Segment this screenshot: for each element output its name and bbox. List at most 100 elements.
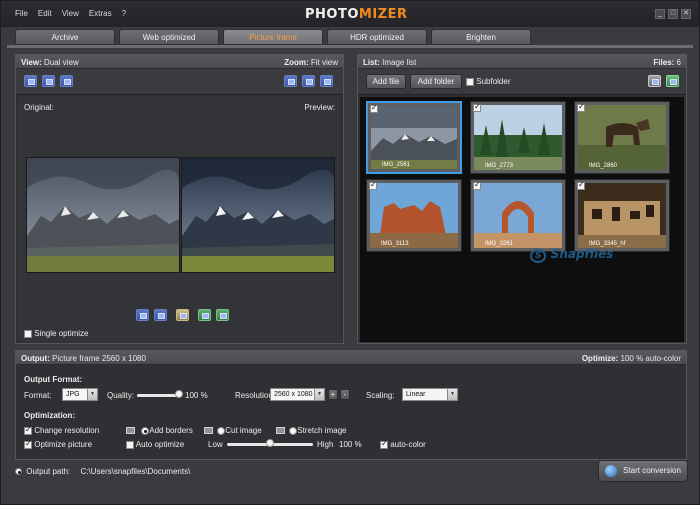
quality-label: Quality: (107, 391, 135, 400)
single-optimize-label: Single optimize (34, 329, 89, 338)
stretch-image-label: Stretch image (297, 426, 347, 435)
menu-view[interactable]: View (62, 9, 79, 18)
tab-archive[interactable]: Archive (15, 29, 115, 45)
optimization-level-value: 100 % (339, 440, 362, 449)
output-path-value[interactable]: C:\Users\snapfiles\Documents\ (81, 467, 191, 476)
thumbnail-item[interactable]: IMG_3261 (470, 179, 566, 252)
auto-color-checkbox[interactable] (380, 439, 388, 449)
auto-optimize-option[interactable]: Auto optimize (126, 440, 184, 449)
start-conversion-icon (605, 464, 618, 477)
auto-color-option[interactable]: auto-color (380, 439, 426, 449)
list-view-icon[interactable] (648, 75, 661, 87)
change-resolution-option[interactable]: Change resolution (24, 425, 99, 435)
thumbnail-checkbox[interactable] (473, 102, 481, 112)
output-value: Picture frame 2560 x 1080 (52, 354, 146, 363)
original-image[interactable] (26, 157, 180, 273)
previous-image-icon[interactable] (198, 309, 211, 321)
scaling-label: Scaling: (366, 391, 395, 400)
menu-file[interactable]: File (15, 9, 28, 18)
thumbnail-name: IMG_3261 (485, 241, 514, 247)
auto-optimize-checkbox[interactable] (126, 440, 134, 449)
preview-image[interactable] (181, 157, 335, 273)
scaling-select[interactable]: Linear ▼ (402, 388, 458, 401)
single-optimize-option[interactable]: Single optimize (24, 329, 88, 338)
maximize-button[interactable]: □ (668, 9, 678, 19)
settings-panel: Output: Picture frame 2560 x 1080 Optimi… (15, 350, 687, 460)
quality-slider[interactable] (137, 394, 179, 397)
zoom-label: Zoom: (284, 58, 309, 67)
add-borders-label: Add borders (149, 426, 193, 435)
format-select[interactable]: JPG ▼ (62, 388, 98, 401)
menu-extras[interactable]: Extras (89, 9, 112, 18)
scaling-value: Linear (406, 391, 426, 398)
preview-canvas: Original: Preview: Single optimize (18, 97, 341, 342)
add-borders-option[interactable]: Add borders (126, 426, 193, 435)
thumbnail-item[interactable]: IMG_3113 (366, 179, 462, 252)
cut-icon (204, 427, 213, 435)
thumbnail-item[interactable]: IMG_2860 (574, 101, 670, 174)
thumbnail-checkbox[interactable] (577, 180, 585, 190)
tab-brighten[interactable]: Brighten (431, 29, 531, 45)
rotate-left-icon[interactable] (136, 309, 149, 321)
output-label: Output: (21, 354, 50, 363)
list-panel-header: List: Image list Files: 6 (358, 55, 686, 69)
output-path-toggle[interactable] (15, 468, 22, 476)
next-image-icon[interactable] (216, 309, 229, 321)
thumbnail-view-icon[interactable] (666, 75, 679, 87)
subfolder-checkbox[interactable] (466, 77, 474, 86)
tab-web-optimized[interactable]: Web optimized (119, 29, 219, 45)
resolution-value: 2560 x 1080 (274, 391, 313, 398)
original-label: Original: (24, 103, 54, 112)
optimize-picture-option[interactable]: Optimize picture (24, 439, 92, 449)
list-value: Image list (382, 58, 417, 67)
zoom-width-icon[interactable] (320, 75, 333, 87)
chevron-down-icon: ▼ (447, 389, 457, 400)
optimization-level-handle[interactable] (266, 439, 274, 447)
start-conversion-label: Start conversion (623, 466, 681, 475)
tab-picture-frame[interactable]: Picture frame (223, 29, 323, 45)
add-file-button[interactable]: Add file (366, 74, 406, 89)
rotate-right-icon[interactable] (154, 309, 167, 321)
subfolder-label: Subfolder (476, 77, 511, 86)
list-label: List: (363, 58, 380, 67)
zoom-fit-icon[interactable] (284, 75, 297, 87)
optimize-label: Optimize: (581, 354, 619, 363)
menu-edit[interactable]: Edit (38, 9, 52, 18)
output-path-label: Output path: (26, 467, 71, 476)
dual-view-icon[interactable] (42, 75, 55, 87)
zoom-100-icon[interactable] (302, 75, 315, 87)
minimize-button[interactable]: _ (655, 9, 665, 19)
cut-image-option[interactable]: Cut image (204, 426, 262, 435)
add-folder-button[interactable]: Add folder (410, 74, 462, 89)
edit-icon[interactable] (176, 309, 189, 321)
thumbnail-name: IMG_2561 (382, 162, 411, 168)
subfolder-option[interactable]: Subfolder (466, 77, 510, 86)
resolution-plus-button[interactable]: + (328, 389, 338, 400)
resolution-minus-button[interactable]: - (340, 389, 350, 400)
change-resolution-checkbox[interactable] (24, 425, 32, 435)
thumbnail-checkbox[interactable] (473, 180, 481, 190)
quality-slider-handle[interactable] (175, 390, 183, 398)
single-optimize-checkbox[interactable] (24, 329, 32, 338)
optimize-picture-checkbox[interactable] (24, 439, 32, 449)
zoom-value: Fit view (310, 58, 338, 67)
close-button[interactable]: ✕ (681, 9, 691, 19)
app-window: File Edit View Extras ? PHOTOMIZER _ □ ✕… (0, 0, 700, 505)
start-conversion-button[interactable]: Start conversion (598, 460, 688, 482)
window-controls: _ □ ✕ (655, 9, 691, 19)
thumbnail-name: IMG_3113 (381, 241, 409, 247)
resolution-select[interactable]: 2560 x 1080 ▼ (270, 388, 325, 401)
split-view-icon[interactable] (60, 75, 73, 87)
menu-help[interactable]: ? (122, 9, 126, 18)
tab-hdr-optimized[interactable]: HDR optimized (327, 29, 427, 45)
chevron-down-icon: ▼ (314, 389, 324, 400)
thumbnail-checkbox[interactable] (370, 103, 378, 113)
thumbnail-checkbox[interactable] (369, 180, 377, 190)
thumbnail-item[interactable]: IMG_3345_hf (574, 179, 670, 252)
view-panel-header: View: Dual view Zoom: Fit view (16, 55, 343, 69)
thumbnail-item[interactable]: IMG_2561 (366, 101, 462, 174)
stretch-image-option[interactable]: Stretch image (276, 426, 347, 435)
thumbnail-item[interactable]: IMG_2773 (470, 101, 566, 174)
single-view-icon[interactable] (24, 75, 37, 87)
thumbnail-checkbox[interactable] (577, 102, 585, 112)
